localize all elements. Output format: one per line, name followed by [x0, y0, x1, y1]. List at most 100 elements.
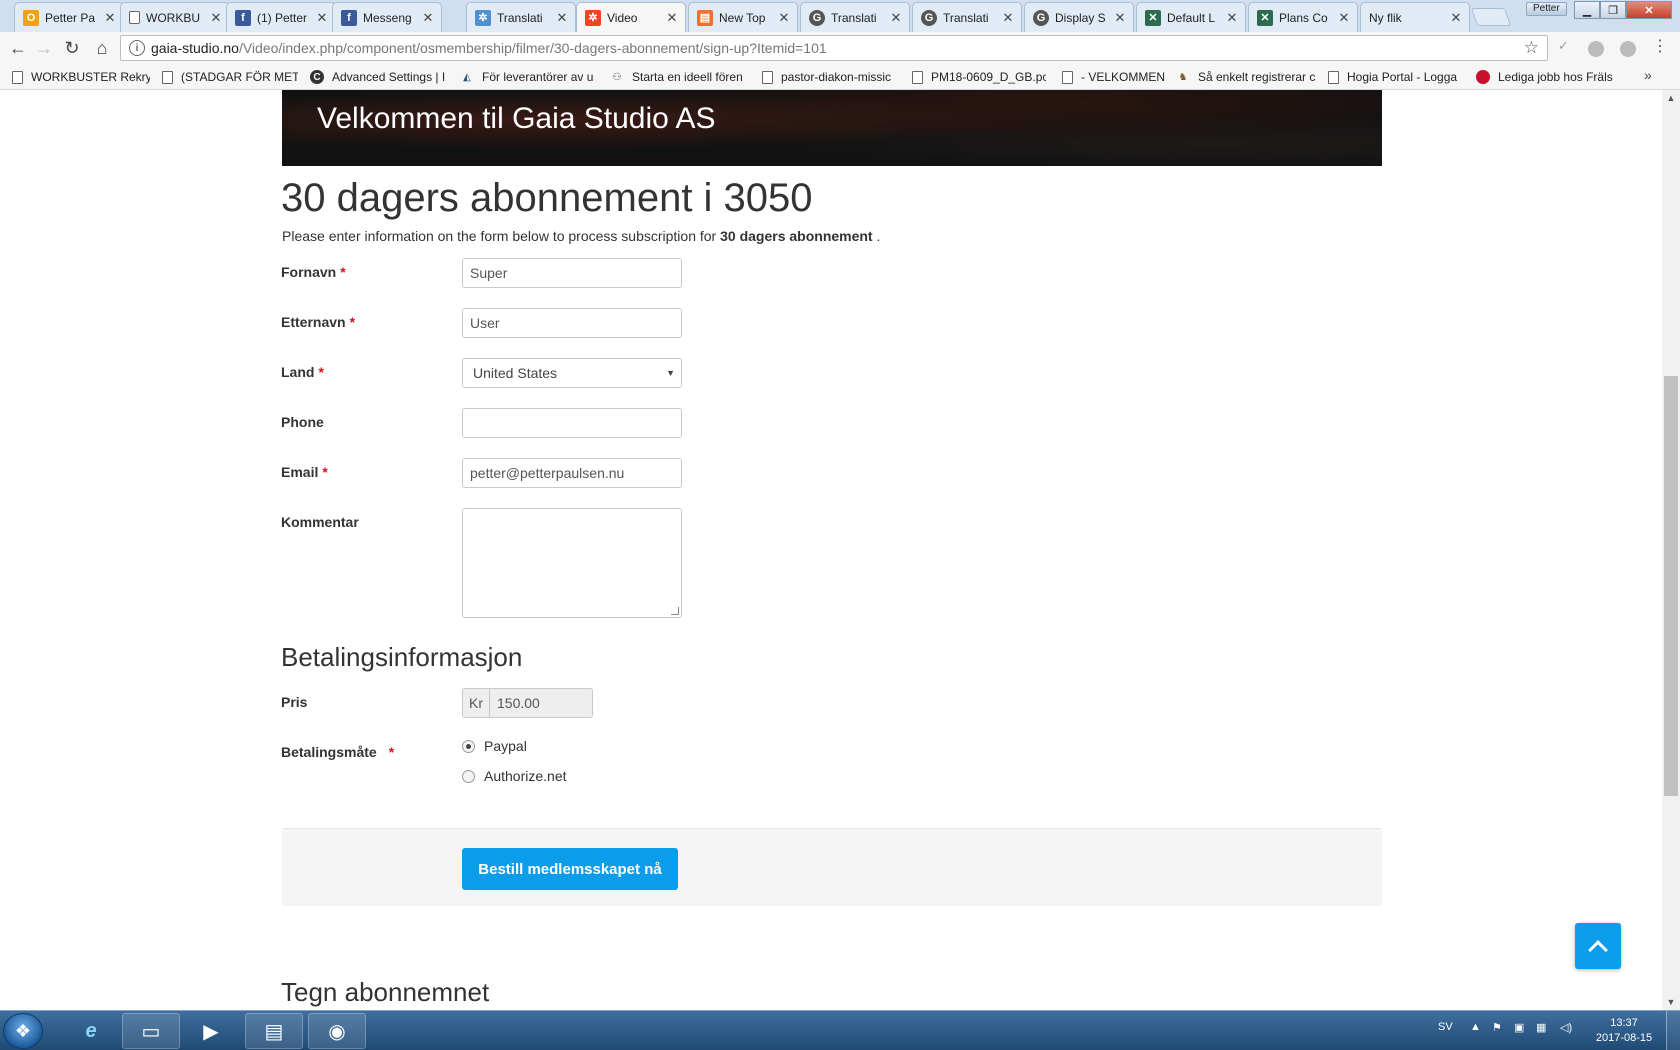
- volume-icon[interactable]: ◁): [1560, 1021, 1572, 1034]
- bookmark-label: PM18-0609_D_GB.pc: [931, 70, 1046, 84]
- tray-expand-icon[interactable]: ▲: [1470, 1021, 1481, 1033]
- radio-selected-icon[interactable]: [462, 739, 475, 753]
- browser-tab[interactable]: Ny flik ✕: [1360, 2, 1470, 32]
- reload-icon[interactable]: ↻: [60, 37, 84, 59]
- media-player-icon[interactable]: ▶: [182, 1013, 240, 1049]
- payment-option-paypal[interactable]: Paypal: [462, 738, 527, 754]
- extension-icon[interactable]: [1620, 41, 1636, 57]
- close-icon[interactable]: ✕: [421, 10, 435, 26]
- resize-grip-icon[interactable]: [671, 607, 679, 615]
- close-window-button[interactable]: ✕: [1626, 1, 1672, 19]
- chevron-right-double-icon[interactable]: »: [1644, 67, 1652, 83]
- bookmark-item[interactable]: ⚇ Starta en ideell fören: [610, 68, 744, 86]
- bookmark-item[interactable]: ♞ Så enkelt registrerar c: [1176, 68, 1320, 86]
- bookmark-item[interactable]: - VELKOMMEN: [1062, 68, 1168, 86]
- device-icon[interactable]: ▣: [1514, 1021, 1524, 1034]
- notepad-window-icon[interactable]: ▤: [245, 1013, 303, 1049]
- scroll-down-arrow-icon[interactable]: ▼: [1662, 994, 1680, 1010]
- browser-tab[interactable]: G Translati ✕: [800, 2, 910, 32]
- maximize-button[interactable]: ❐: [1600, 1, 1626, 19]
- bookmark-item[interactable]: pastor-diakon-missic: [762, 68, 898, 86]
- browser-tab[interactable]: ✲ Translati ✕: [466, 2, 576, 32]
- country-select[interactable]: United States ▼: [462, 358, 682, 388]
- system-clock[interactable]: 13:37 2017-08-15: [1594, 1016, 1654, 1046]
- close-icon[interactable]: ✕: [1113, 10, 1127, 26]
- language-indicator[interactable]: SV: [1438, 1021, 1453, 1033]
- first-name-input[interactable]: [462, 258, 682, 288]
- scroll-up-arrow-icon[interactable]: ▲: [1662, 90, 1680, 106]
- joomla-icon: ✲: [475, 9, 491, 26]
- browser-tab[interactable]: G Translati ✕: [912, 2, 1022, 32]
- browser-tab[interactable]: G Display S ✕: [1024, 2, 1134, 32]
- cloud-extension-icon[interactable]: [1588, 41, 1604, 57]
- close-icon[interactable]: ✕: [1225, 10, 1239, 26]
- close-icon[interactable]: ✕: [315, 10, 329, 26]
- browser-tab[interactable]: ▤ New Top ✕: [688, 2, 798, 32]
- minimize-button[interactable]: ▁: [1574, 1, 1600, 19]
- close-icon[interactable]: ✕: [103, 10, 117, 26]
- bookmark-item[interactable]: ◭ För leverantörer av u: [460, 68, 596, 86]
- browser-tab[interactable]: ✕ Default L ✕: [1136, 2, 1246, 32]
- close-icon[interactable]: ✕: [1449, 10, 1463, 26]
- first-name-label: Fornavn *: [281, 264, 346, 280]
- tab-title: Petter Pa: [45, 10, 96, 25]
- last-name-input[interactable]: [462, 308, 682, 338]
- flag-icon[interactable]: ⚑: [1492, 1021, 1502, 1034]
- home-icon[interactable]: ⌂: [90, 37, 114, 59]
- close-icon[interactable]: ✕: [777, 10, 791, 26]
- back-arrow-icon[interactable]: ←: [6, 37, 30, 59]
- email-input[interactable]: [462, 458, 682, 488]
- bookmark-item[interactable]: Hogia Portal - Logga: [1328, 68, 1462, 86]
- close-icon[interactable]: ✕: [555, 10, 569, 26]
- windows-start-icon[interactable]: ❖: [3, 1013, 43, 1049]
- menu-dots-icon[interactable]: ⋮: [1652, 36, 1668, 55]
- browser-tab[interactable]: ✕ Plans Co ✕: [1248, 2, 1358, 32]
- profile-button[interactable]: Petter: [1526, 2, 1567, 16]
- people-icon: ⚇: [612, 71, 622, 83]
- globe-icon: G: [809, 9, 825, 26]
- file-explorer-icon[interactable]: ▭: [122, 1013, 180, 1049]
- bookmark-item[interactable]: (STADGAR FÖR METO: [162, 68, 298, 86]
- bookmark-star-icon[interactable]: ☆: [1524, 38, 1539, 58]
- price-label: Pris: [281, 694, 307, 710]
- browser-tab[interactable]: O Petter Pa ✕: [14, 2, 124, 32]
- bookmark-label: Hogia Portal - Logga: [1347, 70, 1458, 84]
- globe-icon: G: [921, 9, 937, 26]
- joomla-icon: ✲: [585, 9, 601, 26]
- info-icon[interactable]: i: [129, 40, 145, 56]
- close-icon[interactable]: ✕: [1337, 10, 1351, 26]
- browser-tab[interactable]: f (1) Petter ✕: [226, 2, 336, 32]
- browser-tab[interactable]: f Messeng ✕: [332, 2, 442, 32]
- close-icon[interactable]: ✕: [665, 10, 679, 26]
- comment-textarea[interactable]: [462, 508, 682, 618]
- checkmark-extension-icon[interactable]: ✓: [1558, 38, 1574, 54]
- forward-arrow-icon[interactable]: →: [32, 37, 56, 59]
- browser-tab-active[interactable]: ✲ Video ✕: [576, 2, 686, 32]
- close-icon[interactable]: ✕: [209, 10, 223, 26]
- tab-title: Messeng: [363, 10, 412, 25]
- price-value: 150.00: [490, 689, 592, 717]
- close-icon[interactable]: ✕: [1001, 10, 1015, 26]
- country-label: Land *: [281, 364, 324, 380]
- document-icon: [129, 11, 140, 24]
- bookmark-item[interactable]: PM18-0609_D_GB.pc: [912, 68, 1046, 86]
- payment-option-authorize-net[interactable]: Authorize.net: [462, 768, 567, 784]
- bookmark-item[interactable]: Lediga jobb hos Fräls: [1476, 68, 1616, 86]
- browser-tab[interactable]: WORKBU ✕: [120, 2, 230, 32]
- scrollbar-thumb[interactable]: [1664, 376, 1678, 796]
- show-desktop-button[interactable]: [1666, 1011, 1680, 1050]
- page-scrollbar[interactable]: ▲ ▼: [1662, 90, 1680, 1010]
- close-icon[interactable]: ✕: [889, 10, 903, 26]
- clock-time: 13:37: [1610, 1017, 1638, 1029]
- bookmark-item[interactable]: C Advanced Settings | I: [310, 68, 446, 86]
- chrome-icon[interactable]: ◉: [308, 1013, 366, 1049]
- submit-membership-button[interactable]: Bestill medlemsskapet nå: [462, 848, 678, 890]
- address-bar[interactable]: i gaia-studio.no /Video/index.php/compon…: [120, 35, 1548, 61]
- network-icon[interactable]: ▦: [1536, 1021, 1546, 1034]
- phone-input[interactable]: [462, 408, 682, 438]
- back-to-top-button[interactable]: [1575, 923, 1621, 969]
- new-tab-button[interactable]: [1470, 8, 1512, 26]
- radio-unselected-icon[interactable]: [462, 769, 475, 783]
- bookmark-item[interactable]: WORKBUSTER Rekryt: [12, 68, 150, 86]
- internet-explorer-icon[interactable]: e: [62, 1013, 120, 1049]
